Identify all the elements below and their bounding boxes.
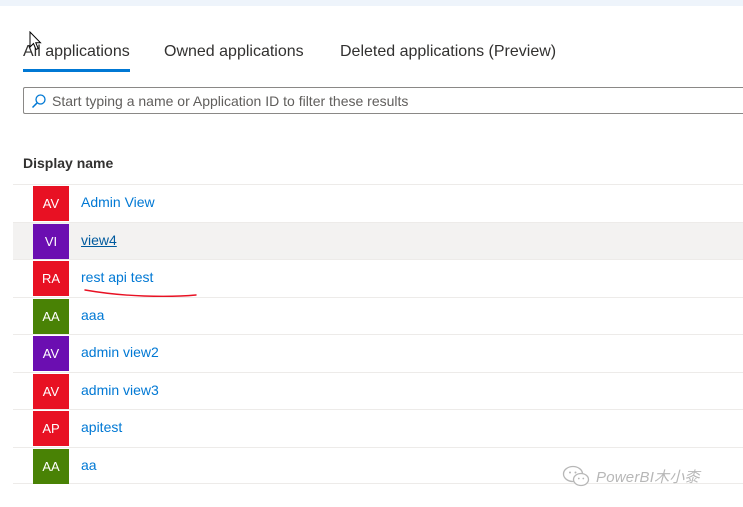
app-link[interactable]: aaa [81, 306, 104, 324]
search-box[interactable] [23, 87, 743, 114]
avatar: AV [33, 186, 69, 221]
column-header-display-name[interactable]: Display name [23, 154, 113, 172]
app-link[interactable]: apitest [81, 418, 122, 436]
table-row[interactable]: AA aaa [13, 296, 743, 335]
watermark-text: PowerBI木小桼 [596, 468, 700, 486]
avatar: AP [33, 411, 69, 446]
app-link[interactable]: admin view3 [81, 381, 159, 399]
wechat-icon [562, 465, 590, 487]
applications-list: AV Admin View VI view4 RA rest api test … [13, 184, 743, 484]
app-link[interactable]: Admin View [81, 193, 155, 211]
app-link[interactable]: rest api test [81, 268, 153, 286]
avatar: AA [33, 448, 69, 484]
table-row[interactable]: AP apitest [13, 409, 743, 447]
app-link[interactable]: view4 [81, 231, 117, 249]
avatar: VI [33, 223, 69, 259]
table-row[interactable]: AV admin view3 [13, 371, 743, 410]
red-underline-annotation [84, 289, 197, 298]
top-strip [0, 0, 743, 6]
avatar: AV [33, 373, 69, 409]
avatar: AV [33, 336, 69, 371]
mouse-cursor-icon [29, 31, 42, 51]
watermark: PowerBI木小桼 [562, 464, 700, 488]
avatar: AA [33, 298, 69, 334]
tab-owned-applications[interactable]: Owned applications [164, 40, 304, 64]
app-link[interactable]: aa [81, 456, 97, 474]
app-link[interactable]: admin view2 [81, 343, 159, 361]
table-row[interactable]: AV Admin View [13, 184, 743, 222]
tab-deleted-applications[interactable]: Deleted applications (Preview) [340, 40, 556, 64]
avatar: RA [33, 261, 69, 296]
search-icon [31, 93, 46, 108]
table-row[interactable]: AV admin view2 [13, 334, 743, 372]
table-row[interactable]: VI view4 [13, 221, 743, 259]
search-input[interactable] [52, 92, 732, 109]
